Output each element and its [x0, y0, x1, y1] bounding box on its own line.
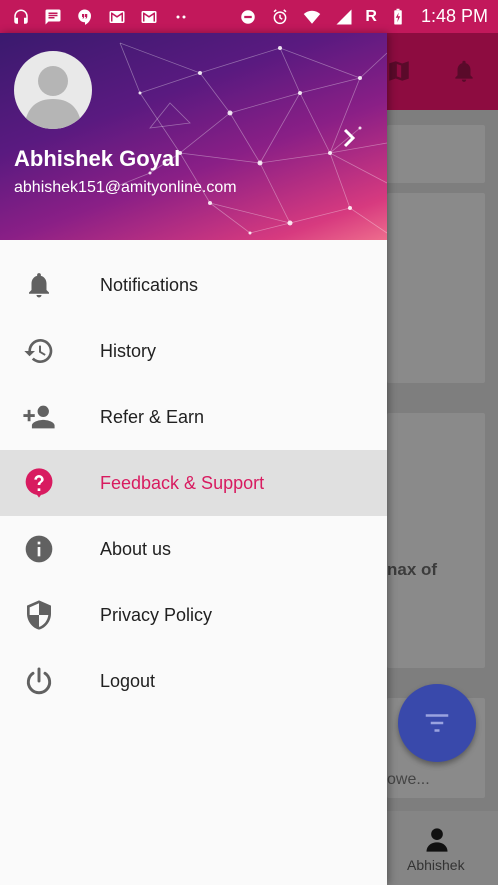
headset-icon	[14, 9, 28, 24]
background-card	[387, 125, 485, 183]
user-email: abhishek151@amityonline.com	[14, 179, 237, 196]
status-time: 1:48 PM	[420, 6, 488, 26]
menu-item-history[interactable]: History	[0, 318, 387, 384]
user-name: Abhishek Goyal	[14, 146, 181, 171]
network-type-label: R	[365, 7, 377, 25]
status-system-icons: R 1:48 PM	[237, 6, 488, 27]
bell-icon	[455, 60, 473, 82]
map-icon	[389, 61, 409, 81]
hangouts-icon	[78, 9, 91, 25]
drawer-header[interactable]: Abhishek Goyal abhishek151@amityonline.c…	[0, 33, 387, 240]
default-person-icon	[24, 66, 82, 129]
background-partial-text: nax of	[387, 560, 438, 579]
more-dots-icon	[176, 15, 186, 18]
menu-item-notifications[interactable]: Notifications	[0, 252, 387, 318]
menu-item-privacy-policy[interactable]: Privacy Policy	[0, 582, 387, 648]
add-person-icon	[22, 400, 56, 434]
menu-item-logout[interactable]: Logout	[0, 648, 387, 714]
filter-icon	[425, 714, 449, 732]
gmail-icon	[141, 10, 157, 23]
signal-icon	[336, 9, 352, 24]
menu-item-refer-earn[interactable]: Refer & Earn	[0, 384, 387, 450]
menu-item-about-us[interactable]: About us	[0, 516, 387, 582]
info-icon	[22, 532, 56, 566]
background-partial-text: owe...	[387, 771, 430, 788]
menu-label: About us	[100, 538, 172, 559]
status-notification-icons	[10, 8, 192, 26]
gmail-icon	[109, 10, 125, 23]
menu-label: Privacy Policy	[100, 604, 213, 625]
status-bar: R 1:48 PM	[0, 0, 498, 33]
filter-fab-button[interactable]	[398, 684, 476, 762]
bell-icon	[22, 268, 56, 302]
menu-item-feedback-support[interactable]: Feedback & Support	[0, 450, 387, 516]
message-icon	[45, 9, 61, 24]
bottom-nav-label: Abhishek	[407, 857, 465, 873]
drawer-menu: Notifications History Refer & Earn Feedb…	[0, 252, 387, 714]
background-card	[387, 193, 485, 383]
menu-label: Logout	[100, 670, 156, 691]
battery-charging-icon	[394, 8, 402, 24]
power-icon	[22, 664, 56, 698]
alarm-icon	[273, 8, 287, 24]
history-icon	[22, 334, 56, 368]
menu-label: Notifications	[100, 274, 199, 295]
navigation-drawer: Abhishek Goyal abhishek151@amityonline.c…	[0, 33, 387, 885]
menu-label: Feedback & Support	[100, 472, 265, 493]
menu-label: History	[100, 340, 157, 361]
do-not-disturb-icon	[241, 9, 256, 24]
background-bottom-nav: Abhishek	[387, 811, 498, 885]
person-icon	[426, 828, 448, 852]
chevron-right-icon[interactable]	[341, 127, 359, 149]
help-bubble-icon	[22, 466, 56, 500]
menu-label: Refer & Earn	[100, 406, 205, 427]
wifi-icon	[304, 10, 321, 24]
background-card	[387, 413, 485, 668]
shield-icon	[22, 598, 56, 632]
avatar[interactable]	[14, 51, 92, 129]
